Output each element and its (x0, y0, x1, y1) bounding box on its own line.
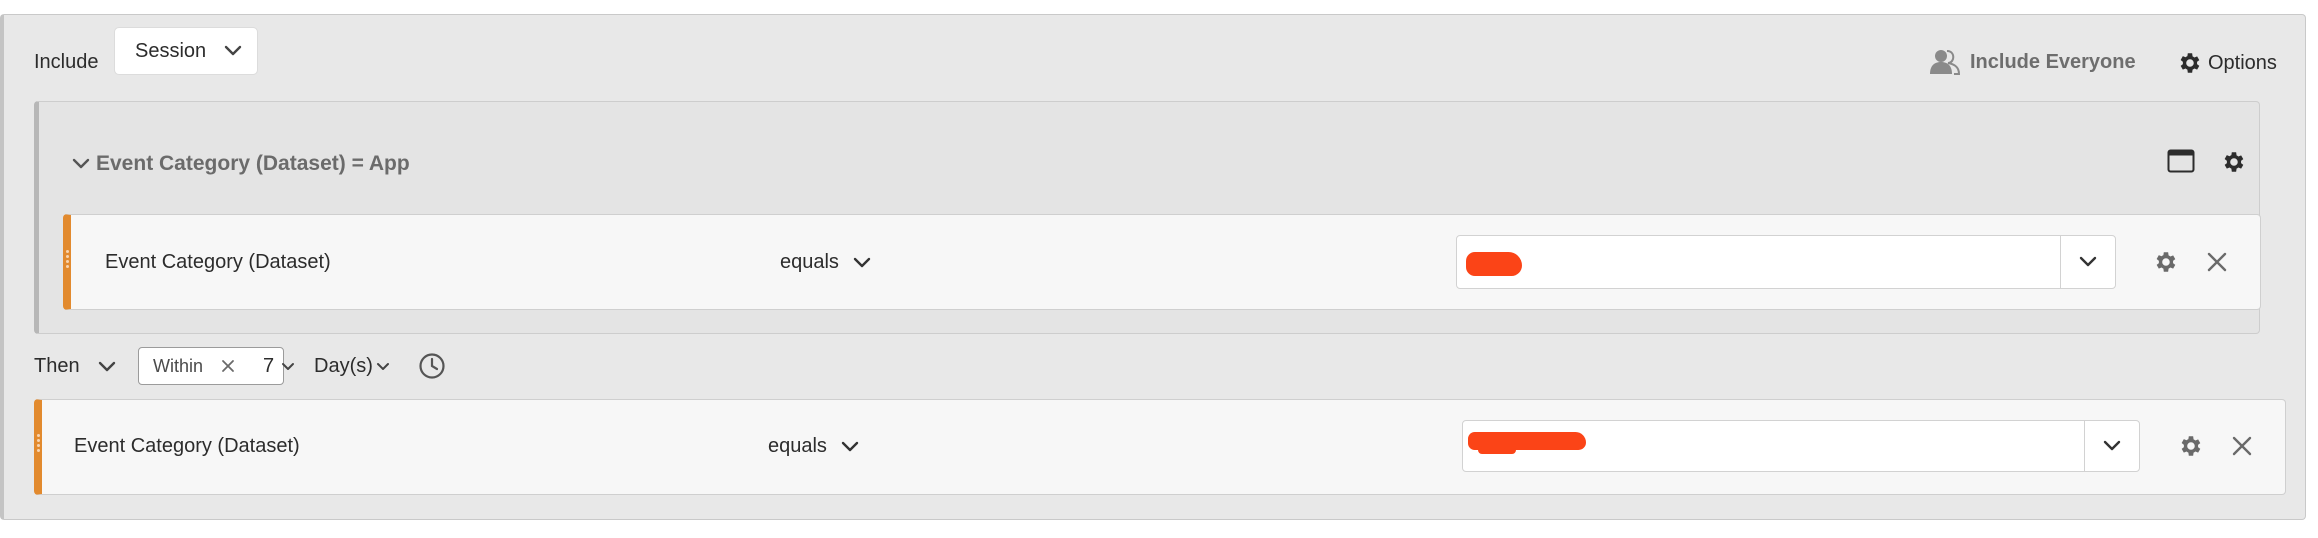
gear-icon[interactable] (2152, 249, 2178, 275)
operator-value: equals (780, 251, 839, 273)
unit-select[interactable]: Day(s) (314, 355, 390, 378)
value-input[interactable] (1456, 235, 2116, 289)
redaction-mark (1478, 446, 1516, 454)
close-icon[interactable] (2231, 435, 2253, 457)
container-collapse-toggle[interactable]: Event Category (Dataset) = App (72, 152, 410, 176)
unit-value: Day(s) (314, 355, 373, 377)
gear-icon[interactable] (2220, 149, 2246, 175)
chevron-down-icon (841, 441, 859, 453)
then-label: Then (34, 355, 80, 377)
drag-handle-icon[interactable] (37, 432, 41, 454)
close-icon[interactable] (2206, 251, 2228, 273)
container-type-value: Session (135, 39, 207, 62)
close-icon[interactable] (221, 359, 235, 373)
chevron-down-icon (98, 361, 116, 373)
gear-icon[interactable] (2177, 433, 2203, 459)
container-type-select[interactable]: Session (114, 27, 258, 75)
user-icon (1930, 48, 1960, 76)
window-icon[interactable] (2167, 149, 2195, 173)
chevron-down-icon (376, 362, 390, 372)
operator-value: equals (768, 435, 827, 457)
container-title: Event Category (Dataset) = App (96, 152, 410, 175)
chevron-down-icon (72, 158, 90, 170)
rule-dimension: Event Category (Dataset) (105, 251, 331, 273)
gear-icon (2176, 50, 2202, 76)
value-dropdown-button[interactable] (2060, 236, 2115, 288)
rule-dimension: Event Category (Dataset) (74, 435, 300, 457)
include-label: Include (34, 51, 99, 73)
drag-handle-icon[interactable] (66, 248, 70, 270)
operator-select[interactable]: equals (780, 251, 871, 274)
value-dropdown-button[interactable] (2084, 421, 2139, 471)
then-select[interactable]: Then (34, 355, 116, 378)
chevron-down-icon (2079, 256, 2097, 268)
chevron-down-icon (853, 257, 871, 269)
clock-icon[interactable] (418, 352, 446, 380)
count-value: 7 (263, 355, 275, 377)
within-tag-label: Within (153, 355, 204, 376)
redaction-mark (1466, 252, 1522, 276)
chevron-down-icon (224, 45, 242, 57)
chevron-down-icon (2103, 440, 2121, 452)
options-button[interactable]: Options (2176, 50, 2277, 76)
operator-select[interactable]: equals (768, 435, 859, 458)
count-select[interactable]: 7 (263, 355, 295, 378)
chevron-down-icon (281, 362, 295, 372)
include-everyone-label: Include Everyone (1970, 50, 2136, 73)
options-label: Options (2208, 51, 2277, 74)
include-everyone-button[interactable]: Include Everyone (1930, 48, 2136, 76)
